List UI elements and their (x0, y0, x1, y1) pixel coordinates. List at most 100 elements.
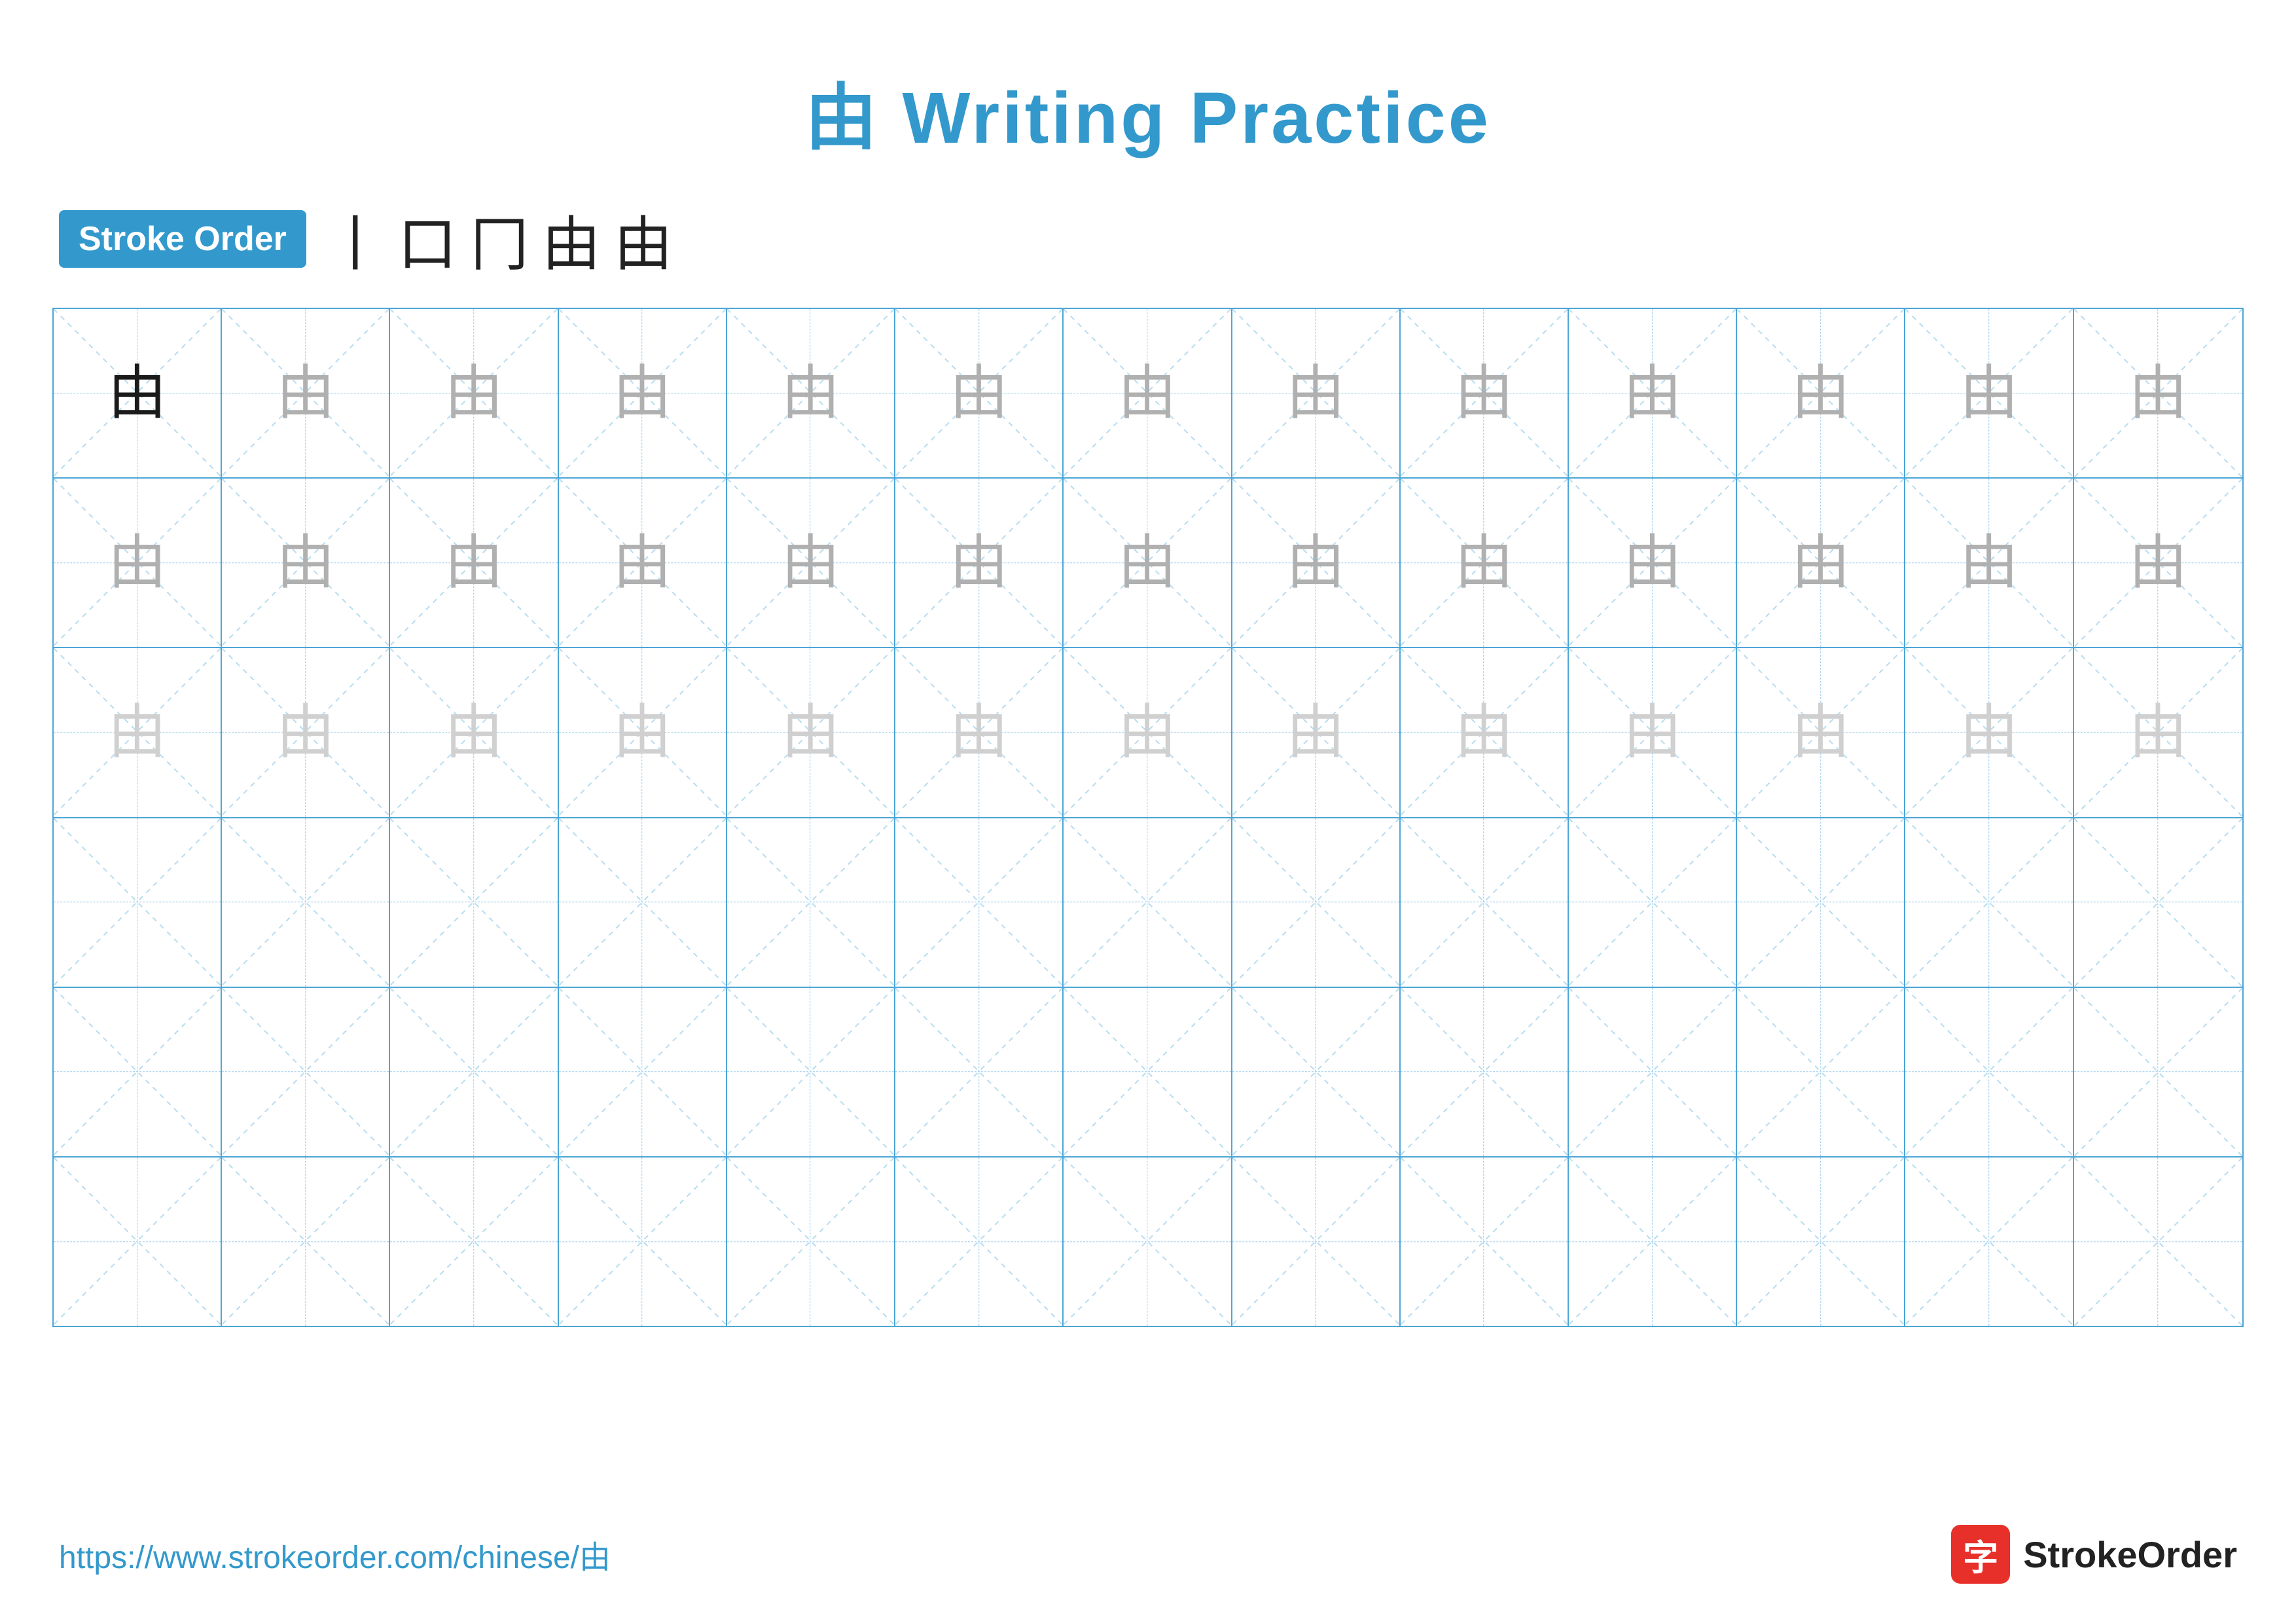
grid-row-1[interactable]: 由 由 由 由 由 由 由 由 (54, 479, 2242, 648)
practice-character: 由 (781, 364, 840, 423)
grid-cell-5-5[interactable] (895, 1158, 1064, 1326)
practice-character: 由 (1118, 703, 1177, 762)
grid-cell-1-10[interactable]: 由 (1737, 479, 1905, 647)
footer: https://www.strokeorder.com/chinese/由 字 … (59, 1525, 2237, 1584)
grid-cell-2-6[interactable]: 由 (1064, 648, 1232, 816)
practice-character: 由 (1623, 364, 1682, 423)
practice-character: 由 (1791, 703, 1850, 762)
grid-cell-3-8[interactable] (1401, 818, 1569, 987)
grid-cell-5-8[interactable] (1401, 1158, 1569, 1326)
grid-cell-4-7[interactable] (1232, 988, 1401, 1156)
grid-cell-2-12[interactable]: 由 (2074, 648, 2242, 816)
grid-cell-3-2[interactable] (390, 818, 558, 987)
grid-cell-0-6[interactable]: 由 (1064, 309, 1232, 477)
grid-cell-0-4[interactable]: 由 (727, 309, 895, 477)
grid-cell-1-7[interactable]: 由 (1232, 479, 1401, 647)
grid-cell-3-0[interactable] (54, 818, 222, 987)
grid-cell-4-3[interactable] (559, 988, 727, 1156)
grid-cell-3-5[interactable] (895, 818, 1064, 987)
grid-cell-3-12[interactable] (2074, 818, 2242, 987)
grid-row-0[interactable]: 由 由 由 由 由 由 由 由 (54, 309, 2242, 479)
practice-character: 由 (1286, 364, 1345, 423)
grid-row-3[interactable] (54, 818, 2242, 988)
grid-cell-2-0[interactable]: 由 (54, 648, 222, 816)
grid-cell-3-3[interactable] (559, 818, 727, 987)
grid-cell-0-5[interactable]: 由 (895, 309, 1064, 477)
page-title: 由 Writing Practice (0, 0, 2296, 196)
grid-cell-0-0[interactable]: 由 (54, 309, 222, 477)
grid-cell-3-4[interactable] (727, 818, 895, 987)
grid-cell-4-9[interactable] (1569, 988, 1737, 1156)
practice-character: 由 (1623, 534, 1682, 593)
grid-cell-4-12[interactable] (2074, 988, 2242, 1156)
grid-cell-3-6[interactable] (1064, 818, 1232, 987)
practice-character: 由 (276, 534, 335, 593)
grid-cell-2-7[interactable]: 由 (1232, 648, 1401, 816)
grid-cell-1-2[interactable]: 由 (390, 479, 558, 647)
grid-cell-2-2[interactable]: 由 (390, 648, 558, 816)
grid-cell-4-10[interactable] (1737, 988, 1905, 1156)
stroke-order-badge: Stroke Order (59, 210, 306, 268)
grid-cell-2-9[interactable]: 由 (1569, 648, 1737, 816)
grid-cell-0-3[interactable]: 由 (559, 309, 727, 477)
grid-cell-4-4[interactable] (727, 988, 895, 1156)
grid-cell-4-1[interactable] (222, 988, 390, 1156)
grid-cell-1-1[interactable]: 由 (222, 479, 390, 647)
grid-cell-1-3[interactable]: 由 (559, 479, 727, 647)
grid-cell-5-3[interactable] (559, 1158, 727, 1326)
grid-cell-2-4[interactable]: 由 (727, 648, 895, 816)
grid-cell-2-3[interactable]: 由 (559, 648, 727, 816)
grid-cell-5-12[interactable] (2074, 1158, 2242, 1326)
grid-cell-0-2[interactable]: 由 (390, 309, 558, 477)
grid-cell-5-6[interactable] (1064, 1158, 1232, 1326)
grid-cell-5-1[interactable] (222, 1158, 390, 1326)
grid-cell-1-5[interactable]: 由 (895, 479, 1064, 647)
grid-cell-1-11[interactable]: 由 (1905, 479, 2073, 647)
grid-row-2[interactable]: 由 由 由 由 由 由 由 由 (54, 648, 2242, 818)
grid-cell-1-9[interactable]: 由 (1569, 479, 1737, 647)
grid-cell-5-10[interactable] (1737, 1158, 1905, 1326)
grid-cell-1-8[interactable]: 由 (1401, 479, 1569, 647)
stroke-order-section: Stroke Order 丨 口 冂 由 由 (0, 196, 2296, 282)
practice-character: 由 (1791, 364, 1850, 423)
grid-cell-2-8[interactable]: 由 (1401, 648, 1569, 816)
grid-cell-1-6[interactable]: 由 (1064, 479, 1232, 647)
grid-cell-0-7[interactable]: 由 (1232, 309, 1401, 477)
grid-cell-4-5[interactable] (895, 988, 1064, 1156)
grid-cell-0-8[interactable]: 由 (1401, 309, 1569, 477)
grid-cell-0-9[interactable]: 由 (1569, 309, 1737, 477)
grid-row-4[interactable] (54, 988, 2242, 1158)
grid-cell-5-9[interactable] (1569, 1158, 1737, 1326)
grid-cell-3-10[interactable] (1737, 818, 1905, 987)
grid-cell-2-1[interactable]: 由 (222, 648, 390, 816)
footer-url[interactable]: https://www.strokeorder.com/chinese/由 (59, 1531, 611, 1577)
grid-cell-2-10[interactable]: 由 (1737, 648, 1905, 816)
grid-cell-4-8[interactable] (1401, 988, 1569, 1156)
grid-cell-4-11[interactable] (1905, 988, 2073, 1156)
grid-cell-0-10[interactable]: 由 (1737, 309, 1905, 477)
grid-cell-4-6[interactable] (1064, 988, 1232, 1156)
grid-cell-2-11[interactable]: 由 (1905, 648, 2073, 816)
grid-cell-5-2[interactable] (390, 1158, 558, 1326)
grid-cell-3-7[interactable] (1232, 818, 1401, 987)
grid-cell-5-0[interactable] (54, 1158, 222, 1326)
grid-cell-4-2[interactable] (390, 988, 558, 1156)
grid-cell-1-0[interactable]: 由 (54, 479, 222, 647)
grid-cell-3-9[interactable] (1569, 818, 1737, 987)
grid-cell-4-0[interactable] (54, 988, 222, 1156)
grid-cell-0-12[interactable]: 由 (2074, 309, 2242, 477)
practice-character: 由 (1623, 703, 1682, 762)
grid-cell-1-4[interactable]: 由 (727, 479, 895, 647)
practice-character: 由 (1454, 703, 1513, 762)
grid-cell-1-12[interactable]: 由 (2074, 479, 2242, 647)
grid-cell-0-1[interactable]: 由 (222, 309, 390, 477)
grid-cell-2-5[interactable]: 由 (895, 648, 1064, 816)
grid-cell-0-11[interactable]: 由 (1905, 309, 2073, 477)
grid-cell-5-7[interactable] (1232, 1158, 1401, 1326)
grid-cell-5-4[interactable] (727, 1158, 895, 1326)
practice-character: 由 (1286, 534, 1345, 593)
grid-cell-5-11[interactable] (1905, 1158, 2073, 1326)
grid-row-5[interactable] (54, 1158, 2242, 1326)
grid-cell-3-11[interactable] (1905, 818, 2073, 987)
grid-cell-3-1[interactable] (222, 818, 390, 987)
